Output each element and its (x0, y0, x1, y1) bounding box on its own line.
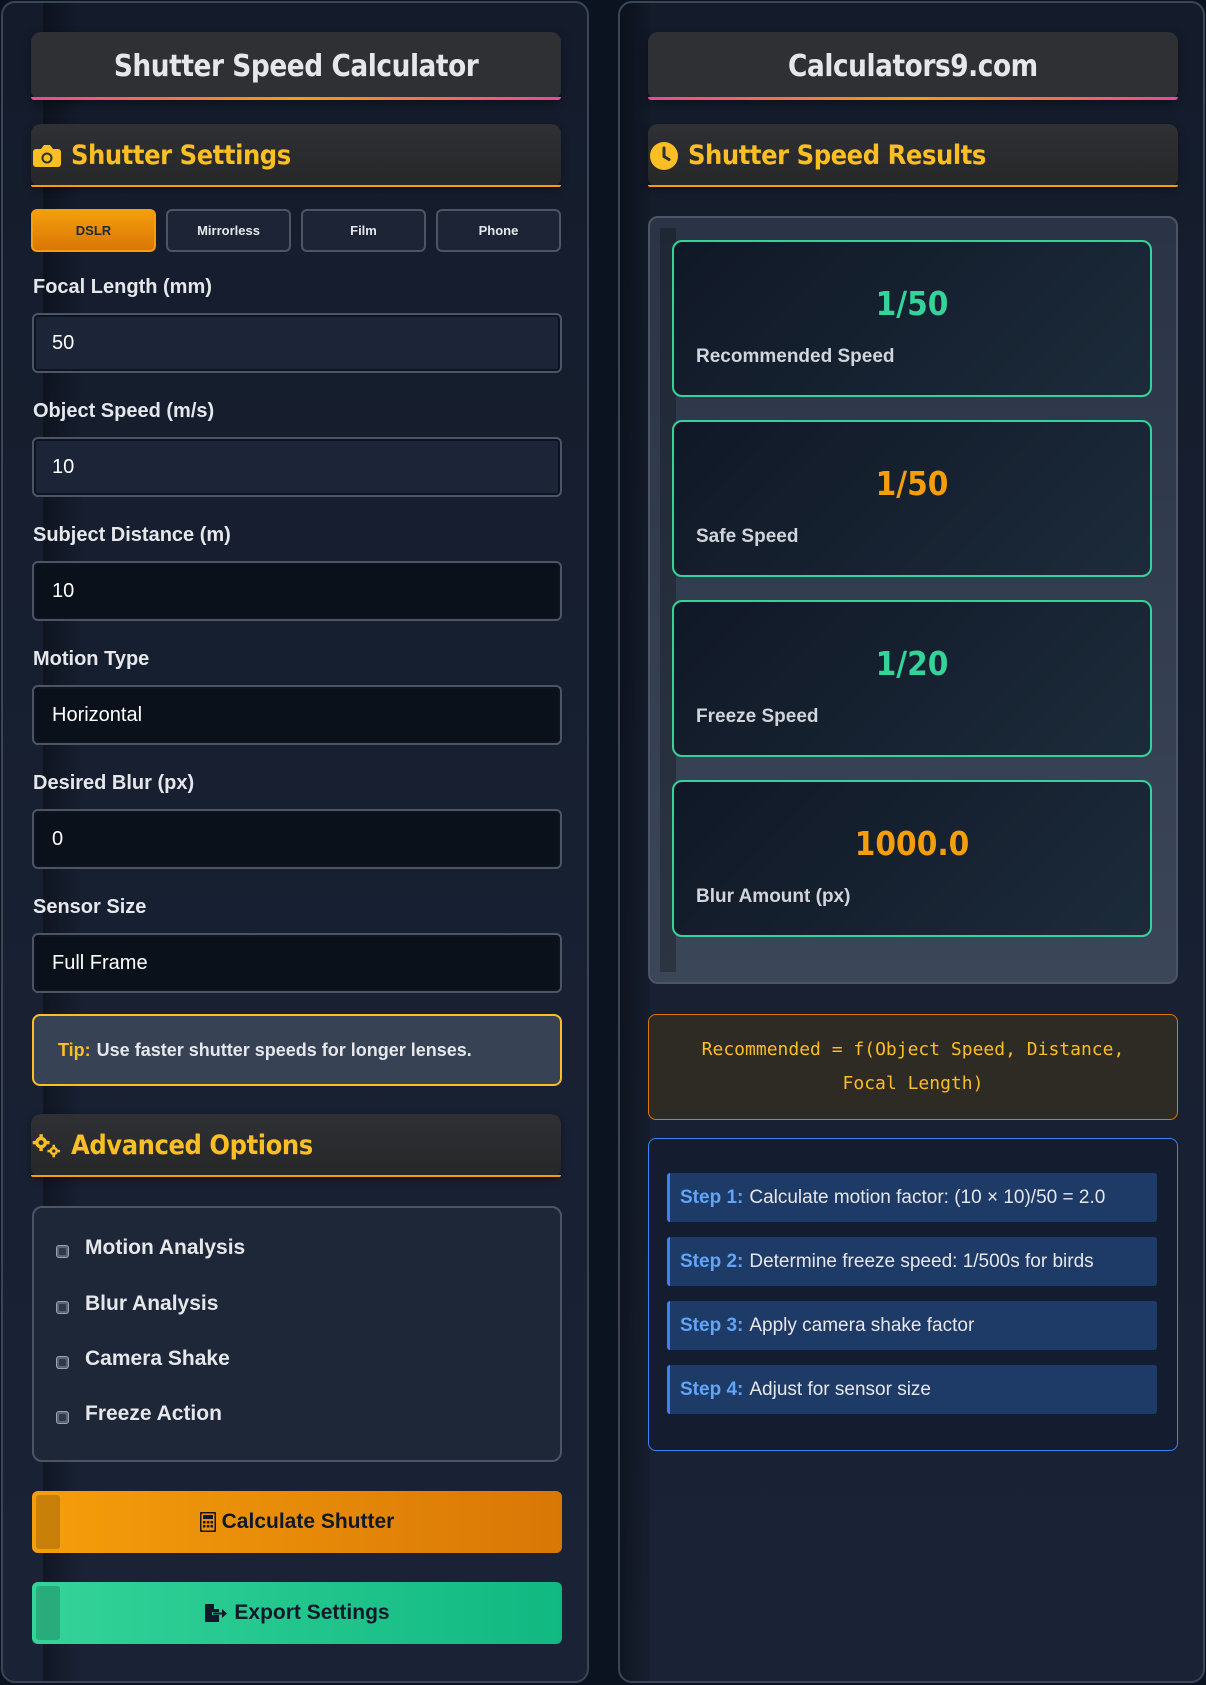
tip-box: Tip: Use faster shutter speeds for longe… (32, 1014, 562, 1086)
calculator-title-bar: Shutter Speed Calculator (31, 32, 561, 100)
section-title: Advanced Options (71, 1130, 313, 1161)
results-container: 1/50 Recommended Speed 1/50 Safe Speed 1… (648, 216, 1178, 984)
button-label: Export Settings (234, 1601, 390, 1624)
result-value: 1/20 (875, 644, 949, 683)
step-item: Step 2: Determine freeze speed: 1/500s f… (667, 1237, 1157, 1286)
step-label: Step 3: (680, 1314, 744, 1336)
export-settings-button[interactable]: Export Settings (32, 1582, 562, 1644)
step-label: Step 4: (680, 1378, 744, 1400)
checkbox[interactable] (56, 1410, 69, 1424)
sensor-size-label: Sensor Size (33, 896, 147, 918)
result-label: Blur Amount (px) (696, 886, 851, 907)
shutter-settings-header: Shutter Settings (31, 124, 561, 187)
step-label: Step 1: (680, 1186, 744, 1208)
tab-mirrorless[interactable]: Mirrorless (166, 209, 291, 252)
checkbox[interactable] (56, 1244, 69, 1258)
motion-type-select[interactable]: Horizontal (32, 685, 562, 745)
site-title-bar: Calculators9.com (648, 32, 1178, 100)
tip-text: Use faster shutter speeds for longer len… (96, 1039, 472, 1060)
tip-prefix: Tip: (58, 1039, 91, 1060)
option-label: Motion Analysis (85, 1236, 246, 1259)
button-label: Calculate Shutter (221, 1510, 395, 1533)
step-item: Step 3: Apply camera shake factor (667, 1301, 1157, 1350)
option-label: Freeze Action (85, 1402, 222, 1425)
desired-blur-label: Desired Blur (px) (33, 772, 195, 794)
result-value: 1000.0 (854, 824, 970, 863)
section-title: Shutter Settings (71, 140, 291, 171)
object-speed-input[interactable]: 10 (32, 437, 562, 497)
result-label: Safe Speed (696, 526, 799, 547)
result-label: Freeze Speed (696, 706, 819, 727)
results-header: Shutter Speed Results (648, 124, 1178, 187)
step-text: Determine freeze speed: 1/500s for birds (749, 1250, 1094, 1272)
result-value: 1/50 (875, 284, 949, 323)
motion-type-label: Motion Type (33, 648, 150, 670)
object-speed-label: Object Speed (m/s) (33, 400, 215, 422)
option-camera-shake[interactable]: Camera Shake (56, 1347, 230, 1371)
tab-film[interactable]: Film (301, 209, 426, 252)
checkbox[interactable] (56, 1355, 69, 1369)
file-export-icon (204, 1603, 228, 1623)
focal-length-input[interactable]: 50 (32, 313, 562, 373)
formula-box: Recommended = f(Object Speed, Distance, … (648, 1014, 1178, 1120)
option-label: Blur Analysis (85, 1292, 219, 1315)
focal-length-label: Focal Length (mm) (33, 276, 212, 298)
sensor-size-select[interactable]: Full Frame (32, 933, 562, 993)
step-item: Step 1: Calculate motion factor: (10 × 1… (667, 1173, 1157, 1222)
option-blur-analysis[interactable]: Blur Analysis (56, 1292, 218, 1316)
calculator-panel: Shutter Speed Calculator Shutter Setting… (1, 1, 589, 1683)
section-title: Shutter Speed Results (688, 140, 986, 171)
option-freeze-action[interactable]: Freeze Action (56, 1402, 222, 1426)
checkbox[interactable] (56, 1300, 69, 1314)
option-motion-analysis[interactable]: Motion Analysis (56, 1236, 245, 1260)
desired-blur-input[interactable]: 0 (32, 809, 562, 869)
result-safe-speed: 1/50 Safe Speed (672, 420, 1152, 577)
step-label: Step 2: (680, 1250, 744, 1272)
advanced-options-list: Motion Analysis Blur Analysis Camera Sha… (32, 1206, 562, 1462)
page-title: Shutter Speed Calculator (113, 48, 479, 84)
site-title: Calculators9.com (788, 48, 1038, 84)
calculate-shutter-button[interactable]: Calculate Shutter (32, 1491, 562, 1553)
result-freeze-speed: 1/20 Freeze Speed (672, 600, 1152, 757)
step-text: Calculate motion factor: (10 × 10)/50 = … (749, 1186, 1106, 1208)
panel-shade (620, 3, 650, 1681)
calculation-steps: Step 1: Calculate motion factor: (10 × 1… (648, 1138, 1178, 1451)
tab-dslr[interactable]: DSLR (31, 209, 156, 252)
result-label: Recommended Speed (696, 346, 895, 367)
tab-phone[interactable]: Phone (436, 209, 561, 252)
formula-line: Recommended = f(Object Speed, Distance, (701, 1039, 1125, 1060)
step-text: Adjust for sensor size (749, 1378, 931, 1400)
step-item: Step 4: Adjust for sensor size (667, 1365, 1157, 1414)
formula-line: Focal Length) (842, 1073, 984, 1094)
calculator-icon (199, 1512, 216, 1532)
results-panel: Calculators9.com Shutter Speed Results 1… (618, 1, 1205, 1683)
result-value: 1/50 (875, 464, 949, 503)
subject-distance-input[interactable]: 10 (32, 561, 562, 621)
subject-distance-label: Subject Distance (m) (33, 524, 231, 546)
camera-icon (31, 140, 63, 172)
clock-icon (648, 140, 680, 172)
advanced-options-header: Advanced Options (31, 1114, 561, 1177)
option-label: Camera Shake (85, 1347, 230, 1370)
gears-icon (31, 1130, 63, 1162)
step-text: Apply camera shake factor (749, 1314, 975, 1336)
result-blur-amount: 1000.0 Blur Amount (px) (672, 780, 1152, 937)
result-recommended-speed: 1/50 Recommended Speed (672, 240, 1152, 397)
camera-type-tabs: DSLR Mirrorless Film Phone (31, 209, 561, 252)
